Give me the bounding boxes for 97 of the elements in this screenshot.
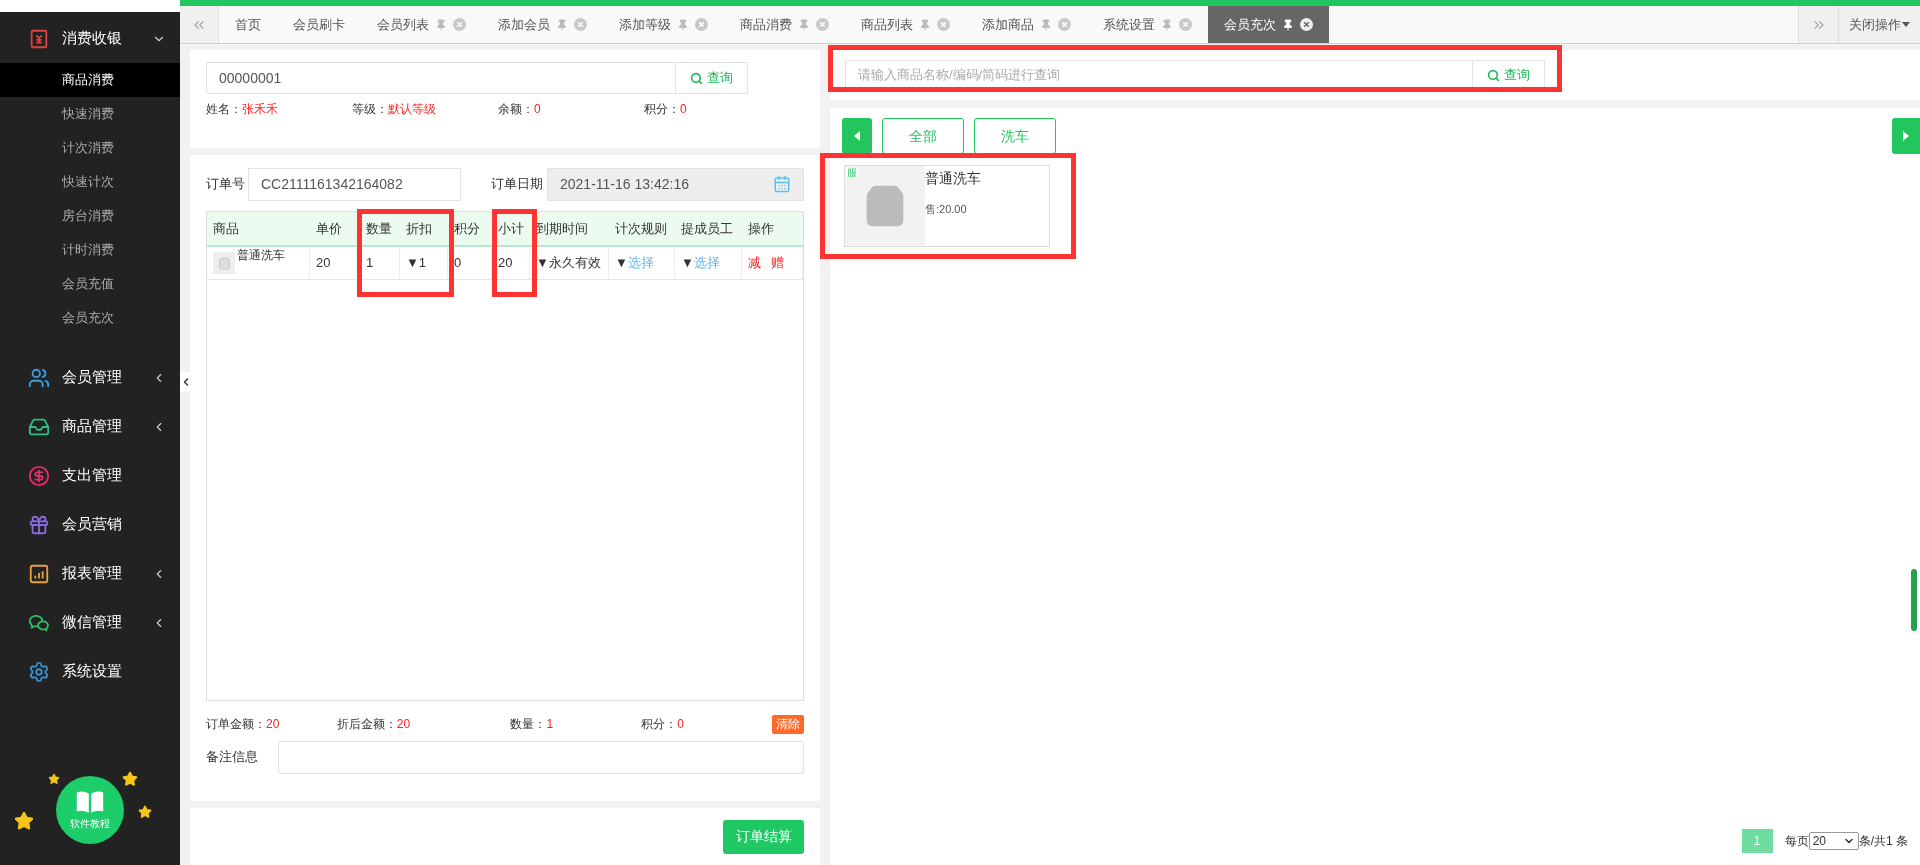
summary-label: 积分： bbox=[641, 716, 678, 733]
summary-value: 1 bbox=[546, 716, 554, 733]
column-header: 数量 bbox=[366, 219, 392, 238]
dropdown-marker: ▼ bbox=[615, 254, 628, 273]
sidebar-item[interactable]: 商品消费 bbox=[0, 63, 180, 97]
remark-field[interactable] bbox=[278, 740, 804, 774]
total-label: 条/共1 条 bbox=[1858, 833, 1908, 850]
previous-button[interactable] bbox=[842, 118, 872, 154]
star-icon bbox=[14, 811, 34, 831]
search-icon bbox=[690, 71, 703, 85]
user-icon bbox=[28, 366, 50, 389]
action-link[interactable]: 减 bbox=[748, 253, 761, 273]
sidebar-item[interactable]: 会员充值 bbox=[0, 267, 180, 301]
sidebar-group[interactable]: 会员管理 bbox=[0, 353, 180, 402]
sidebar-group[interactable]: 系统设置 bbox=[0, 647, 180, 696]
close-icon[interactable] bbox=[1300, 18, 1313, 31]
scroll-right-button[interactable] bbox=[1798, 6, 1838, 43]
dollar-icon bbox=[28, 464, 50, 487]
receipt-icon bbox=[28, 27, 50, 50]
summary-value: 20 bbox=[266, 716, 280, 733]
info-label: 积分： bbox=[644, 101, 680, 118]
info-value: 0 bbox=[534, 101, 541, 118]
column-header: 积分 bbox=[454, 219, 480, 238]
scroll-left-button[interactable] bbox=[180, 6, 219, 43]
product-price: 售:20.00 bbox=[925, 202, 968, 217]
category-tag: 服 bbox=[846, 168, 858, 178]
scrollbar-thumb[interactable] bbox=[1911, 569, 1917, 631]
per-page-select[interactable]: 20 bbox=[1808, 832, 1859, 850]
info-value: 0 bbox=[680, 101, 687, 118]
column-header: 商品 bbox=[213, 219, 239, 238]
tab[interactable]: 首页 bbox=[219, 6, 277, 43]
sidebar-group[interactable]: 消费收银 bbox=[0, 14, 180, 63]
triangle-left-icon bbox=[854, 131, 860, 141]
open-book-icon bbox=[75, 789, 105, 814]
info-value: 默认等级 bbox=[388, 101, 436, 118]
calendar-icon bbox=[773, 175, 791, 193]
bar-chart-icon bbox=[28, 562, 50, 585]
table-cell-text: 普通洗车 bbox=[237, 247, 285, 264]
table-cell-text: ▼1 bbox=[406, 254, 427, 273]
info-label: 等级： bbox=[352, 101, 388, 118]
column-header: 计次规则 bbox=[615, 219, 667, 238]
info-label: 余额： bbox=[498, 101, 534, 118]
per-page-label: 每页 bbox=[1784, 833, 1809, 850]
summary-value: 20 bbox=[396, 716, 411, 733]
product-card[interactable]: 服 普通洗车 售:20.00 bbox=[844, 165, 1050, 247]
info-label: 姓名： bbox=[206, 101, 242, 118]
product-thumbnail bbox=[213, 252, 235, 274]
table-cell-text: 0 bbox=[454, 254, 462, 273]
table-cell-text: 20 bbox=[498, 254, 513, 273]
next-button[interactable] bbox=[1892, 118, 1920, 154]
gear-icon bbox=[28, 660, 50, 683]
sidebar-item[interactable]: 快速计次 bbox=[0, 165, 180, 199]
sidebar-group[interactable]: 会员营销 bbox=[0, 500, 180, 549]
caret-icon bbox=[1902, 22, 1910, 27]
table-cell-text: 20 bbox=[316, 254, 331, 273]
member-search-field[interactable]: 00000001 bbox=[206, 62, 676, 94]
star-icon bbox=[138, 805, 152, 819]
search-icon bbox=[1487, 68, 1500, 82]
star-icon bbox=[122, 771, 138, 787]
sidebar-group[interactable]: 商品管理 bbox=[0, 402, 180, 451]
gift-icon bbox=[28, 513, 50, 536]
column-header: 提成员工 bbox=[681, 219, 733, 238]
column-header: 单价 bbox=[316, 219, 342, 238]
sidebar-item[interactable]: 计次消费 bbox=[0, 131, 180, 165]
dropdown-marker: ▼ bbox=[681, 254, 694, 273]
collapse-button[interactable] bbox=[180, 372, 192, 392]
pin-icon[interactable] bbox=[1282, 18, 1294, 31]
summary-label: 折后金额： bbox=[336, 716, 397, 733]
column-header: 到期时间 bbox=[536, 219, 588, 238]
sidebar-item[interactable]: 会员充次 bbox=[0, 301, 180, 335]
column-header: 操作 bbox=[748, 219, 774, 238]
summary-label: 数量： bbox=[510, 716, 547, 733]
summary-label: 订单金额： bbox=[206, 716, 266, 733]
sidebar-group[interactable]: 微信管理 bbox=[0, 598, 180, 647]
sidebar-item[interactable]: 快速消费 bbox=[0, 97, 180, 131]
info-value: 张禾禾 bbox=[242, 101, 278, 118]
sidebar-item[interactable]: 计时消费 bbox=[0, 233, 180, 267]
sidebar-group[interactable]: 支出管理 bbox=[0, 451, 180, 500]
summary-value: 0 bbox=[677, 716, 684, 733]
order-number-field[interactable]: CC2111161342164082 bbox=[248, 167, 461, 201]
order-date-field[interactable]: 2021-11-16 13:42:16 bbox=[547, 167, 804, 201]
table-cell-text: ▼永久有效 bbox=[536, 254, 601, 273]
product-name: 普通洗车 bbox=[925, 169, 981, 188]
table-cell-text: 1 bbox=[366, 254, 374, 273]
sidebar-group[interactable]: 报表管理 bbox=[0, 549, 180, 598]
field-label: 备注信息 bbox=[206, 748, 259, 767]
column-header: 小计 bbox=[498, 219, 524, 238]
tab[interactable]: 会员充次 bbox=[1208, 6, 1329, 43]
field-label: 订单号 bbox=[206, 175, 246, 194]
triangle-right-icon bbox=[1903, 131, 1909, 141]
sidebar-item[interactable]: 房台消费 bbox=[0, 199, 180, 233]
column-header: 折扣 bbox=[406, 219, 432, 238]
tab[interactable]: 会员刷卡 bbox=[277, 6, 361, 43]
close-actions-menu[interactable]: 关闭操作 bbox=[1838, 6, 1920, 43]
star-icon bbox=[48, 773, 60, 785]
action-link[interactable]: 赠 bbox=[771, 253, 784, 273]
field-label: 订单日期 bbox=[491, 175, 544, 194]
